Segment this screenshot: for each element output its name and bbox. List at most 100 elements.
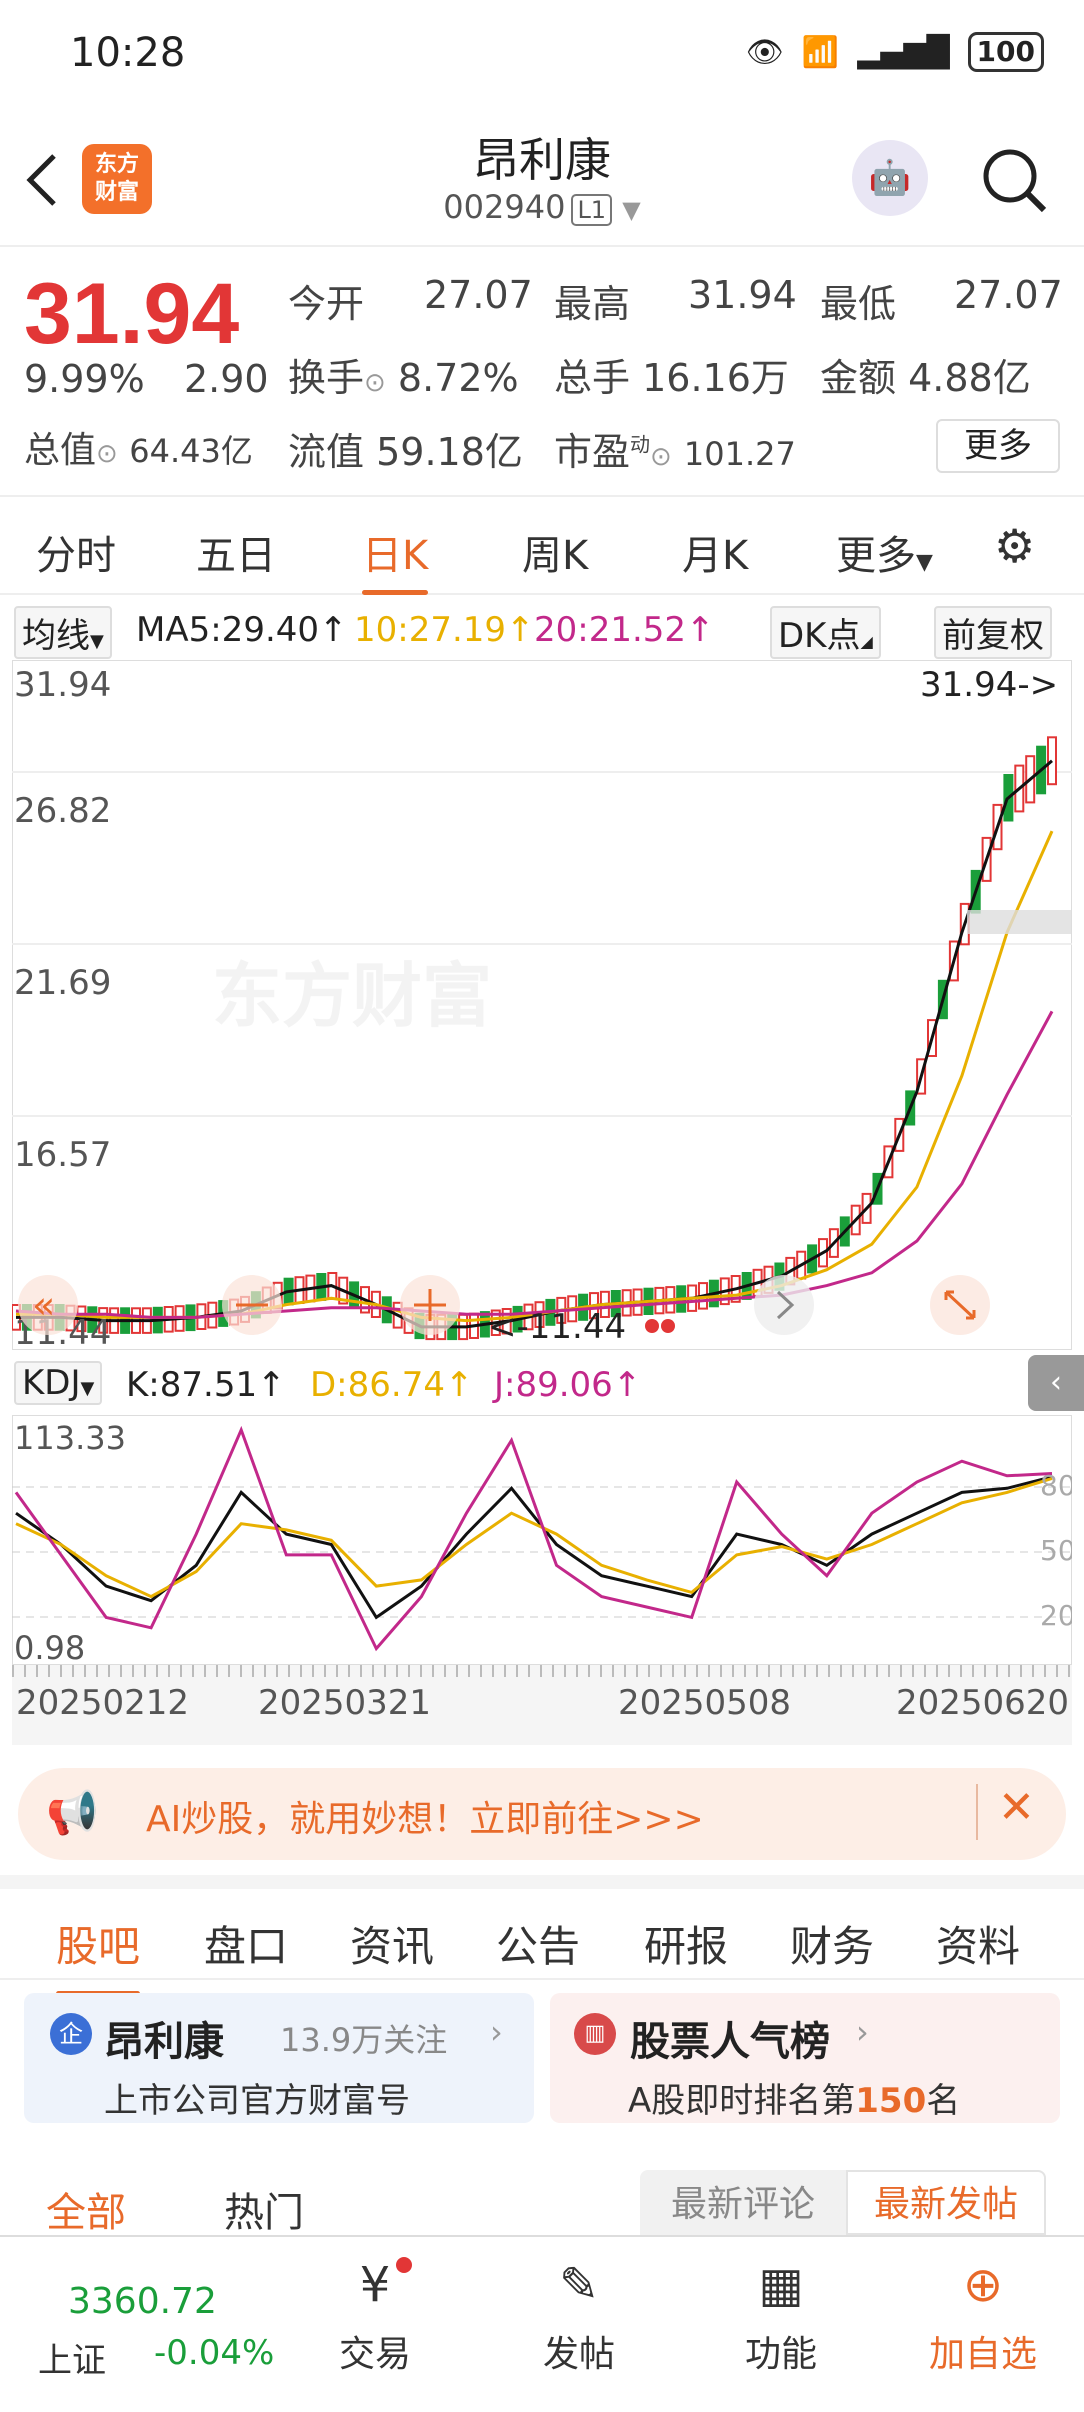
search-icon[interactable] [978, 144, 1050, 216]
price-range-band [967, 910, 1072, 934]
tab-daily-k[interactable]: 日K [362, 523, 429, 595]
svg-text:«: « [32, 1283, 55, 1327]
tab-forum[interactable]: 股吧 [56, 1913, 141, 1996]
current-price: 31.94 [24, 266, 240, 362]
stock-header: 东方 财富 昂利康 002940 L1 ▼ 🤖 [0, 110, 1084, 245]
ai-promo-banner[interactable]: 📢 AI炒股，就用妙想！立即前往>>> ✕ [18, 1768, 1066, 1860]
popularity-rank-card[interactable]: ▥ 股票人气榜 › A股即时排名第150名 [550, 1993, 1060, 2123]
tab-monthly-k[interactable]: 月K [682, 523, 748, 581]
content-tabs: 股吧 盘口 资讯 公告 研报 财务 资料 [0, 1875, 1084, 1996]
more-quote-button[interactable]: 更多 [936, 419, 1060, 473]
megaphone-icon: 📢 [46, 1788, 99, 1837]
kdj-level-80: 80 [1040, 1469, 1072, 1502]
event-dot [645, 1319, 659, 1333]
battery-icon: 100 [967, 32, 1044, 72]
grid-icon: ▦ [758, 2257, 804, 2313]
index-value[interactable]: 3360.72 [68, 2281, 217, 2322]
nav-post[interactable]: ✎ 发帖 [504, 2257, 654, 2377]
tab-more[interactable]: 更多▼ [836, 523, 933, 581]
eye-icon: 👁 [745, 34, 784, 70]
collapse-panel-icon[interactable]: ‹ [1028, 1355, 1084, 1411]
rank-chart-icon: ▥ [574, 2013, 616, 2055]
tab-announcements[interactable]: 公告 [496, 1913, 580, 1974]
period-tabs: 分时 五日 日K 周K 月K 更多▼ ⚙ [0, 495, 1084, 595]
status-time: 10:28 [70, 30, 186, 76]
settings-gear-icon[interactable]: ⚙ [994, 519, 1035, 573]
tab-weekly-k[interactable]: 周K [522, 523, 588, 581]
low-marker: <-11.44 [488, 1307, 626, 1347]
chevron-right-icon: › [490, 2013, 503, 2051]
indicator-selector[interactable]: KDJ▼ [14, 1361, 103, 1405]
amount: 金额 4.88亿 [820, 356, 1031, 400]
adjust-button[interactable]: 前复权 [934, 606, 1052, 659]
tab-research[interactable]: 研报 [644, 1913, 728, 1974]
filter-hot[interactable]: 热门 [224, 2180, 304, 2238]
tab-5day[interactable]: 五日 [196, 523, 276, 581]
level-badge: L1 [571, 194, 613, 226]
ma20-value: 20:21.52↑ [534, 610, 715, 650]
robot-assistant-icon[interactable]: 🤖 [852, 140, 928, 216]
event-dot [661, 1319, 675, 1333]
ma-legend-bar: 均线▼ MA5:29.40↑ 10:27.19↑ 20:21.52↑ DK点◢ … [0, 600, 1084, 660]
notification-dot [396, 2257, 412, 2273]
filter-all[interactable]: 全部 [46, 2180, 126, 2238]
company-account-card[interactable]: 企 昂利康 13.9万关注 › 上市公司官方财富号 [24, 1993, 534, 2123]
sort-latest-comment[interactable]: 最新评论 [640, 2170, 846, 2235]
kdj-svg: 113.33 0.98 80 50 20 [11, 1414, 1076, 1667]
bottom-nav: 3360.72 上证 -0.04% ¥ 交易 ✎ 发帖 ▦ 功能 ⊕ 加自选 [0, 2235, 1084, 2412]
date-axis: 20250212 20250321 20250508 20250620 [12, 1665, 1072, 1745]
kline-chart[interactable]: 东方财富 31.94 26.82 21.69 16.57 11.44 31.94… [11, 659, 1073, 1353]
nav-trade[interactable]: ¥ 交易 [300, 2257, 450, 2377]
status-bar: 10:28 👁 📶 ▂▄▆█ 100 [0, 0, 1084, 110]
pe-ratio: 市盈动⊙ 101.27 [554, 430, 796, 474]
tab-news[interactable]: 资讯 [350, 1913, 434, 1974]
quote-panel: 31.94 9.99% 2.90 总值⊙ 64.43亿 今开 27.07 最高 … [0, 245, 1084, 495]
ma10-value: 10:27.19↑ [354, 610, 535, 650]
kdj-legend-bar: KDJ▼ K:87.51↑ D:86.74↑ J:89.06↑ ‹ [0, 1355, 1084, 1415]
k-value: K:87.51↑ [126, 1365, 286, 1405]
kdj-axis-top: 113.33 [14, 1419, 126, 1457]
company-name: 昂利康 [104, 2019, 224, 2065]
kdj-level-50: 50 [1040, 1534, 1072, 1567]
change-pct: 9.99% [24, 357, 145, 401]
kdj-axis-bottom: 0.98 [14, 1629, 85, 1665]
rank-title: 股票人气榜 [630, 2019, 830, 2065]
d-value: D:86.74↑ [310, 1365, 474, 1405]
banner-text: AI炒股，就用妙想！立即前往>>> [146, 1799, 704, 1840]
company-badge-icon: 企 [50, 2013, 92, 2055]
tab-orderbook[interactable]: 盘口 [204, 1913, 288, 1974]
tab-financials[interactable]: 财务 [790, 1913, 874, 1974]
follower-count: 13.9万关注 [280, 2021, 448, 2059]
change-value: 2.90 [184, 357, 269, 401]
close-icon[interactable]: ✕ [998, 1782, 1035, 1833]
date-tick: 20250321 [258, 1683, 432, 1723]
kdj-level-20: 20 [1040, 1599, 1072, 1632]
y-tick: 21.69 [14, 963, 111, 1003]
market-cap: 总值⊙ 64.43亿 [24, 430, 253, 471]
candle [1047, 736, 1057, 786]
watermark: 东方财富 [212, 955, 492, 1037]
tab-intraday[interactable]: 分时 [36, 523, 116, 581]
chevron-down-icon: ▼ [622, 196, 641, 224]
signal-icon: ▂▄▆█ [857, 34, 950, 70]
y-tick: 16.57 [14, 1135, 111, 1175]
page-right-icon[interactable] [754, 1275, 814, 1335]
nav-functions[interactable]: ▦ 功能 [706, 2257, 856, 2377]
ma-selector[interactable]: 均线▼ [14, 606, 112, 659]
j-value: J:89.06↑ [494, 1365, 642, 1405]
wifi-icon: 📶 [801, 34, 840, 70]
high-price: 31.94 [688, 273, 797, 317]
edit-icon: ✎ [558, 2257, 600, 2313]
sort-latest-post[interactable]: 最新发帖 [846, 2170, 1046, 2235]
kdj-chart[interactable]: 113.33 0.98 80 50 20 [11, 1414, 1076, 1667]
nav-add-watchlist[interactable]: ⊕ 加自选 [908, 2257, 1058, 2377]
tab-profile[interactable]: 资料 [936, 1913, 1020, 1974]
kline-svg: 东方财富 31.94 26.82 21.69 16.57 11.44 31.94… [11, 659, 1073, 1353]
date-tick: 20250508 [618, 1683, 792, 1723]
chevron-down-icon: ▼ [916, 550, 933, 575]
ma5-value: MA5:29.40↑ [136, 610, 348, 650]
company-sub: 上市公司官方财富号 [104, 2081, 410, 2121]
float-value: 流值 59.18亿 [288, 430, 523, 474]
dk-point-button[interactable]: DK点◢ [770, 606, 881, 659]
index-name: 上证 [38, 2341, 106, 2381]
